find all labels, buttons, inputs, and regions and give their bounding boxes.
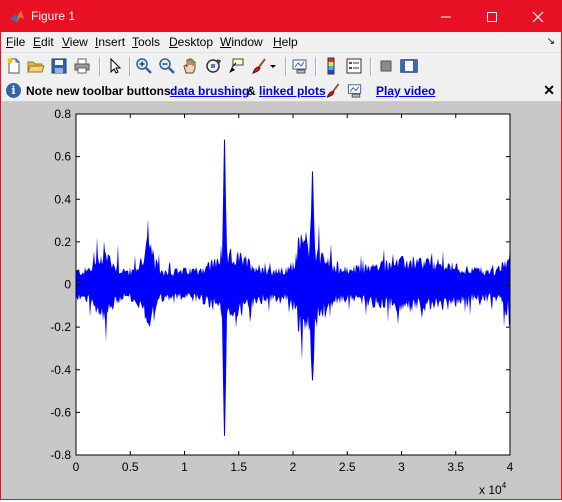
x-tick-label: 2.5 [339, 460, 356, 474]
menu-window[interactable]: Window [220, 35, 263, 49]
linked-plots-link[interactable]: linked plots [259, 84, 326, 98]
menu-edit[interactable]: Edit [33, 35, 54, 49]
brush-icon[interactable] [250, 57, 268, 75]
x-tick-label: 3 [398, 460, 405, 474]
y-tick-label: -0.2 [50, 320, 71, 334]
info-icon: i [6, 83, 21, 98]
close-icon [532, 11, 544, 22]
x-tick-label: 2 [290, 460, 297, 474]
figure-window: Figure 1 File Edit View Insert Tools Des… [0, 0, 562, 500]
x-tick-label: 1 [181, 460, 188, 474]
window-title: Figure 1 [31, 9, 76, 23]
menu-insert[interactable]: Insert [95, 35, 125, 49]
data-cursor-icon[interactable] [227, 57, 245, 75]
y-tick-label: -0.4 [50, 363, 71, 377]
matlab-logo-icon [10, 10, 24, 22]
menu-desktop[interactable]: Desktop [169, 35, 213, 49]
print-icon[interactable] [73, 57, 91, 75]
x-tick-label: 0 [73, 460, 80, 474]
toolbar-separator [315, 57, 317, 76]
plot-axes[interactable]: 0 0.5 1 1.5 2 2.5 3 3.5 4 0.8 0.6 0.4 0.2 0 -0.2 -0.4 -0… [1, 102, 561, 499]
x-tick-label: 1.5 [230, 460, 247, 474]
x-tick-label: 3.5 [447, 460, 464, 474]
brush-icon [326, 83, 340, 98]
brush-dropdown-arrow-icon[interactable] [268, 57, 278, 75]
legend-icon[interactable] [345, 57, 363, 75]
y-tick-label: -0.6 [50, 405, 71, 419]
y-tick-label: 0 [64, 278, 71, 292]
new-figure-icon[interactable] [5, 57, 23, 75]
menu-tools[interactable]: Tools [132, 35, 160, 49]
maximize-icon [487, 11, 497, 22]
title-bar[interactable]: Figure 1 [1, 1, 561, 32]
x-tick-label: 0.5 [122, 460, 139, 474]
data-brushing-link[interactable]: data brushing [170, 84, 249, 98]
show-plot-tools-icon[interactable] [400, 57, 418, 75]
info-bar: i Note new toolbar buttons: data brushin… [1, 80, 561, 102]
dock-arrow-icon[interactable]: ↘ [547, 36, 555, 47]
hide-plot-tools-icon[interactable] [377, 57, 395, 75]
edit-plot-arrow-icon[interactable] [106, 57, 124, 75]
minimize-icon [441, 16, 451, 17]
toolbar-separator [370, 57, 372, 76]
info-message: Note new toolbar buttons: [26, 84, 175, 98]
y-tick-label: 0.4 [54, 192, 71, 206]
y-tick-label: 0.8 [54, 107, 71, 121]
link-plot-icon[interactable] [291, 57, 309, 75]
colorbar-icon[interactable] [322, 57, 340, 75]
minimize-button[interactable] [423, 1, 469, 32]
menu-view[interactable]: View [62, 35, 88, 49]
zoom-out-icon[interactable] [158, 57, 176, 75]
rotate-3d-icon[interactable] [204, 57, 222, 75]
figure-toolbar [1, 52, 561, 81]
maximize-button[interactable] [469, 1, 515, 32]
play-video-link[interactable]: Play video [376, 84, 435, 98]
menu-bar: File Edit View Insert Tools Desktop Wind… [1, 32, 561, 52]
save-icon[interactable] [50, 57, 68, 75]
toolbar-separator [285, 57, 287, 76]
close-button[interactable] [515, 1, 561, 32]
x-tick-label: 4 [507, 460, 514, 474]
zoom-in-icon[interactable] [135, 57, 153, 75]
x-multiplier-label: x 104 [479, 481, 507, 497]
toolbar-separator [99, 57, 101, 76]
y-tick-label: 0.2 [54, 235, 71, 249]
link-plot-icon [347, 84, 362, 98]
menu-help[interactable]: Help [273, 35, 298, 49]
toolbar-separator [129, 57, 131, 76]
pan-hand-icon[interactable] [181, 57, 199, 75]
infobar-close-icon[interactable]: ✕ [543, 82, 555, 99]
ampersand-text: & [247, 84, 256, 98]
open-file-icon[interactable] [27, 57, 45, 75]
figure-canvas: 0 0.5 1 1.5 2 2.5 3 3.5 4 0.8 0.6 0.4 0.2 0 -0.2 -0.4 -0… [1, 102, 561, 499]
y-tick-label: 0.6 [54, 150, 71, 164]
y-tick-label: -0.8 [50, 448, 71, 462]
menu-file[interactable]: File [6, 35, 25, 49]
